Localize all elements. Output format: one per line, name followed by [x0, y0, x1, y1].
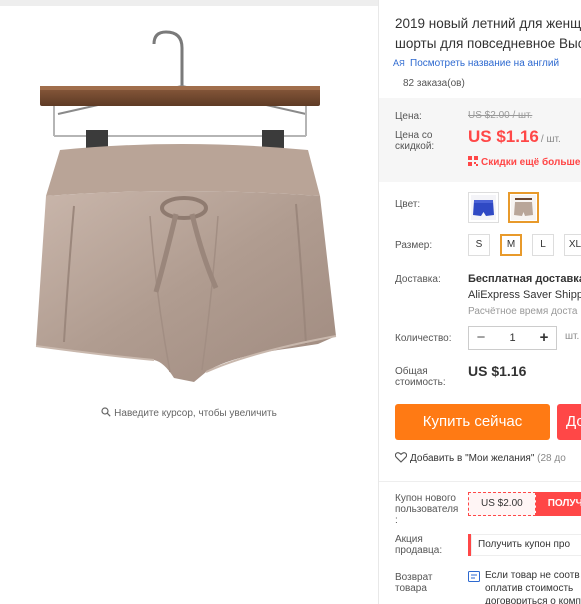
- shipping-time: Расчётное время доста: [468, 306, 578, 317]
- wishlist-text[interactable]: Добавить в "Мои желания": [410, 453, 534, 464]
- more-discounts-text[interactable]: Скидки ещё больше: [481, 157, 580, 168]
- current-price-value: US $1.16: [468, 127, 539, 146]
- size-option-l[interactable]: L: [532, 234, 554, 256]
- returns-text-line1: Если товар не соотв: [485, 570, 580, 581]
- shipping-title: Бесплатная доставка: [468, 273, 581, 285]
- seller-coupon-button[interactable]: Получить купон про: [468, 534, 581, 556]
- translate-link-text[interactable]: Посмотреть название на англий: [410, 58, 559, 69]
- color-swatch-blue: [471, 195, 496, 220]
- returns-text-line3: договориться о комп: [485, 596, 581, 604]
- returns-label-line1: Возврат: [395, 572, 433, 583]
- current-price: US $1.16/ шт.: [468, 127, 561, 147]
- product-info-panel: 2019 новый летний для женщин шорты для п…: [379, 0, 581, 604]
- size-option-s[interactable]: S: [468, 234, 490, 256]
- qr-code-icon: [468, 156, 478, 166]
- wishlist-link[interactable]: Добавить в "Мои желания" (28 до: [395, 452, 566, 464]
- total-label-line1: Общая: [395, 366, 428, 377]
- new-user-coupon: US $2.00 ПОЛУЧ: [468, 492, 581, 516]
- returns-label-line2: товара: [395, 583, 427, 594]
- get-coupon-button[interactable]: ПОЛУЧ: [535, 492, 581, 516]
- shipping-label: Доставка:: [395, 274, 441, 285]
- returns-text-line2: оплатив стоимость: [485, 583, 574, 594]
- section-divider: [379, 481, 581, 482]
- discount-price-label-line2: скидкой:: [395, 141, 435, 152]
- top-strip: [0, 0, 378, 6]
- quantity-input[interactable]: 1: [491, 327, 534, 349]
- orders-count: 82 заказа(ов): [403, 78, 465, 89]
- size-option-xl[interactable]: XL: [564, 234, 581, 256]
- discount-price-label: Цена со скидкой:: [395, 130, 434, 152]
- total-label: Общая стоимость:: [395, 366, 446, 388]
- add-to-cart-button[interactable]: Добавить в корзину: [557, 404, 581, 440]
- total-label-line2: стоимость:: [395, 377, 446, 388]
- product-title-line2: шорты для повседневное Высо: [395, 36, 581, 51]
- color-swatch-beige: [511, 195, 536, 220]
- new-user-coupon-label: Купон нового пользователя :: [395, 493, 458, 526]
- shipping-service[interactable]: AliExpress Saver Shipp: [468, 289, 581, 301]
- return-policy-icon: [468, 571, 480, 582]
- new-user-coupon-label-line1: Купон нового: [395, 493, 456, 504]
- quantity-increase-button[interactable]: +: [534, 327, 554, 349]
- new-user-coupon-label-line2: пользователя: [395, 504, 459, 515]
- quantity-decrease-button[interactable]: −: [471, 327, 491, 349]
- heart-icon: [395, 452, 407, 463]
- price-label: Цена:: [395, 111, 422, 122]
- buy-now-button[interactable]: Купить сейчас: [395, 404, 550, 440]
- product-gallery: Наведите курсор, чтобы увеличить: [0, 0, 378, 604]
- product-image[interactable]: [30, 26, 350, 396]
- product-title-line1: 2019 новый летний для женщин: [395, 16, 581, 31]
- product-title: 2019 новый летний для женщин шорты для п…: [395, 14, 581, 54]
- seller-promo-label-line2: продавца:: [395, 545, 443, 556]
- color-option-beige[interactable]: [508, 192, 539, 223]
- color-label: Цвет:: [395, 199, 421, 210]
- new-user-coupon-label-line3: :: [395, 515, 398, 526]
- discount-price-label-line1: Цена со: [395, 130, 433, 141]
- coupon-value: US $2.00: [468, 492, 536, 516]
- returns-text: Если товар не соотв оплатив стоимость до…: [485, 569, 581, 604]
- zoom-hint: Наведите курсор, чтобы увеличить: [0, 407, 378, 419]
- seller-promo-label-line1: Акция: [395, 534, 423, 545]
- translate-icon: A Я: [393, 58, 405, 67]
- old-price: US $2.00 / шт.: [468, 110, 533, 121]
- zoom-hint-text: Наведите курсор, чтобы увеличить: [114, 408, 277, 419]
- magnifier-icon: [101, 407, 111, 417]
- size-label: Размер:: [395, 240, 433, 251]
- size-option-m[interactable]: M: [500, 234, 522, 256]
- total-value: US $1.16: [468, 363, 527, 379]
- translate-link[interactable]: A Я Посмотреть название на англий: [393, 57, 581, 69]
- quantity-label: Количество:: [395, 333, 452, 344]
- wishlist-count: (28 до: [537, 453, 566, 464]
- seller-promo-label: Акция продавца:: [395, 534, 442, 556]
- quantity-stepper: − 1 +: [468, 326, 557, 350]
- more-discounts-link[interactable]: Скидки ещё больше: [468, 156, 580, 168]
- price-unit: / шт.: [540, 134, 561, 145]
- returns-label: Возврат товара: [395, 572, 433, 594]
- color-option-blue[interactable]: [468, 192, 499, 223]
- quantity-unit: шт.: [565, 331, 580, 342]
- svg-text:Я: Я: [399, 59, 405, 67]
